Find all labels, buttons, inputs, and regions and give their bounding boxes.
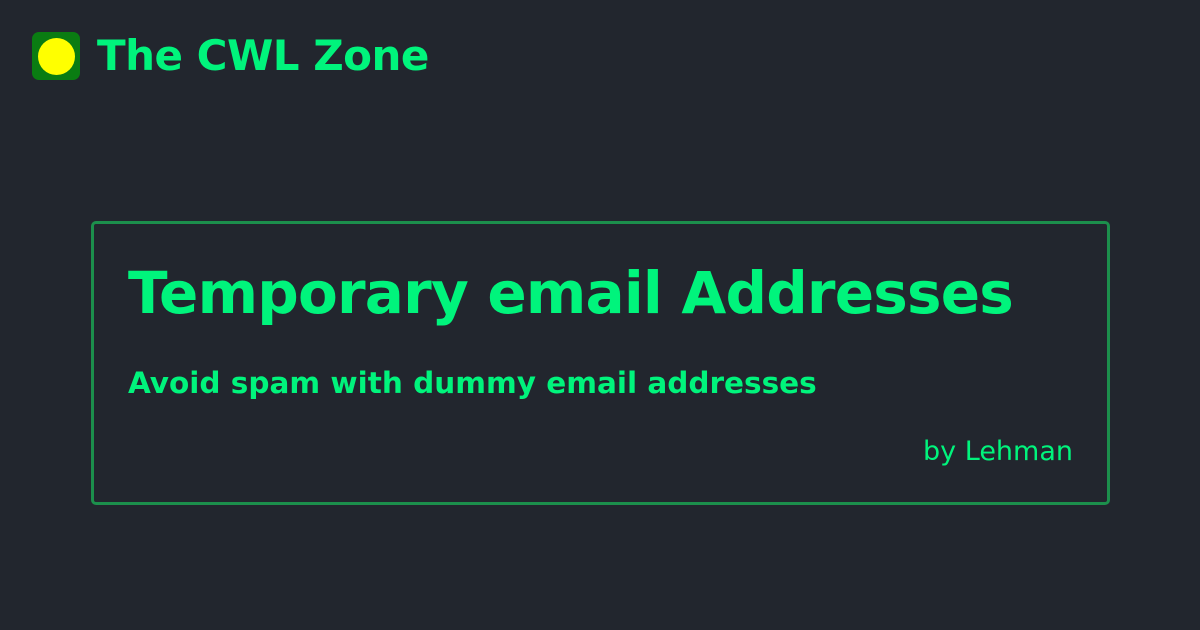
yellow-dot-icon <box>37 37 75 75</box>
article-card: Temporary email Addresses Avoid spam wit… <box>91 221 1110 505</box>
site-header: The CWL Zone <box>32 30 429 82</box>
site-title[interactable]: The CWL Zone <box>97 35 429 77</box>
article-subtitle: Avoid spam with dummy email addresses <box>128 366 817 400</box>
article-author: by Lehman <box>923 436 1073 467</box>
site-logo[interactable] <box>32 32 80 80</box>
article-title: Temporary email Addresses <box>128 259 1014 327</box>
